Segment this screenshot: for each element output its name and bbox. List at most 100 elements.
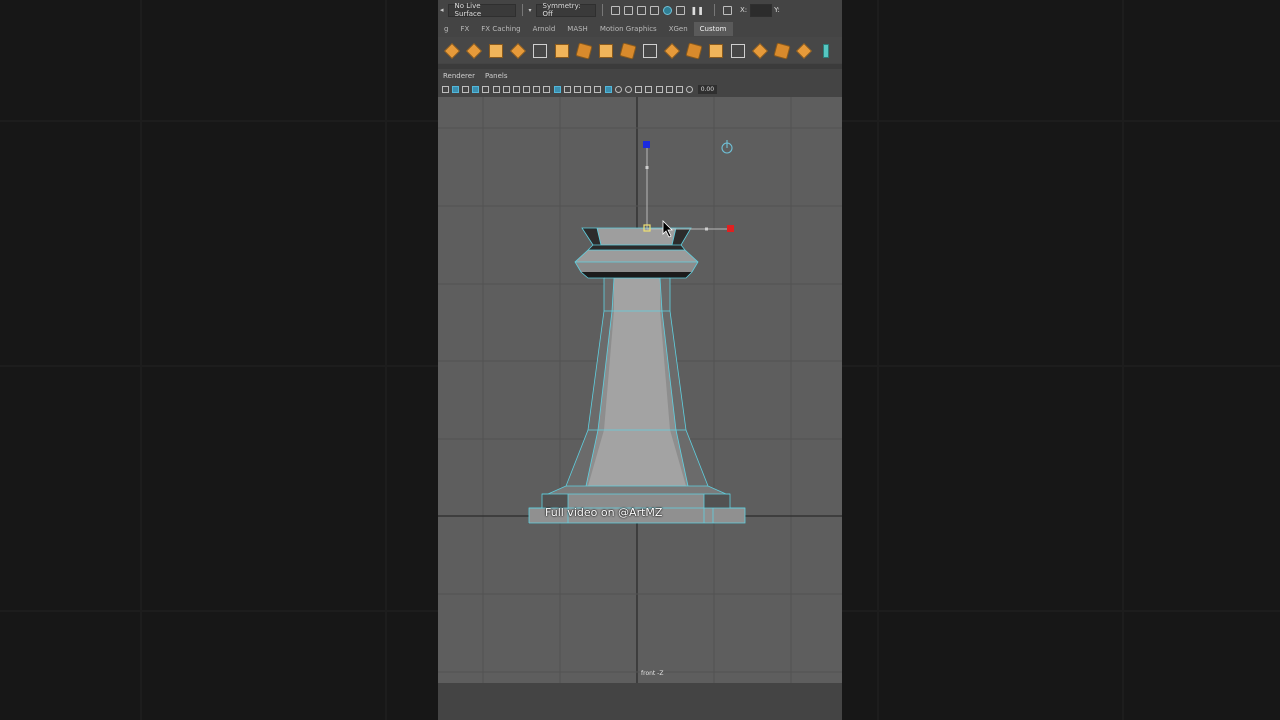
bevel-icon[interactable] [596,41,614,59]
menu-renderer[interactable]: Renderer [443,72,475,80]
y-field-label: Y: [774,6,780,14]
menu-panels[interactable]: Panels [485,72,508,80]
exposure-icon[interactable] [686,85,694,93]
safe-action-icon[interactable] [523,85,531,93]
shelf-separator [438,64,842,69]
tab-custom[interactable]: Custom [693,22,733,36]
wireframe-icon[interactable] [543,85,551,93]
vertex-icon [643,44,657,58]
motion-blur-icon[interactable] [624,85,632,93]
tab-g[interactable]: g [438,22,454,36]
shelf-cube-icon[interactable] [442,41,460,59]
ipr-render-icon[interactable] [636,5,646,15]
gate-mask-icon[interactable] [502,85,510,93]
merge-icon[interactable] [662,41,680,59]
stack-icon [510,43,526,59]
move-manipulator[interactable] [643,140,734,238]
fill-hole-icon[interactable] [684,41,703,60]
bridge-icon[interactable] [618,41,637,60]
shadows-icon[interactable] [594,85,602,93]
exposure-value[interactable]: 0.00 [697,84,718,94]
arrow-icon[interactable]: ◂ [440,6,444,14]
cube-icon [555,44,569,58]
viewport-front[interactable]: Full video on @ArtMZ front -Z [438,97,842,683]
tab-xgen[interactable]: XGen [663,22,694,36]
rook-neck-shadow[interactable] [588,245,685,250]
divider [521,4,523,16]
textured-icon[interactable] [574,85,582,93]
shelf-cube-icon [444,43,460,59]
separate-icon[interactable] [772,41,791,60]
target-weld-icon[interactable] [750,41,768,59]
x-field-label: X: [739,6,748,14]
viewport-canvas[interactable] [438,97,842,683]
grid-icon[interactable] [472,85,480,93]
target-weld-icon [752,43,768,59]
multi-cut-icon[interactable] [728,41,746,59]
resolution-gate-icon[interactable] [492,85,500,93]
xray-icon[interactable] [604,85,612,93]
tab-motion-graphics[interactable]: Motion Graphics [594,22,663,36]
camera-label: front -Z [641,670,664,677]
cube-icon[interactable] [552,41,570,59]
rook-collar-shadow[interactable] [581,272,692,278]
select-camera-icon[interactable] [441,85,449,93]
tab-fx-caching[interactable]: FX Caching [475,22,526,36]
panel-toolbar: 0.00 [438,82,842,96]
hypershade-icon[interactable] [662,5,672,15]
tab-mash[interactable]: MASH [561,22,594,36]
wireframe-on-shaded-icon[interactable] [563,85,571,93]
bottom-bar [438,683,842,720]
live-surface-label: No Live Surface [454,2,482,18]
tab-arnold[interactable]: Arnold [527,22,562,36]
mirror-icon [823,44,829,58]
rook-model[interactable] [529,228,745,523]
safe-title-icon[interactable] [533,85,541,93]
shelf [438,37,842,63]
render-settings-icon[interactable] [649,5,659,15]
film-gate-icon[interactable] [482,85,490,93]
vertex-icon[interactable] [640,41,658,59]
isolate-select-icon[interactable] [655,85,663,93]
live-surface-field[interactable]: No Live Surface [447,2,516,18]
mirror-icon[interactable] [816,41,834,59]
rook-neck[interactable] [575,250,698,262]
rook-collar[interactable] [575,262,698,272]
bounding-box-icon[interactable] [530,41,548,59]
anti-aliasing-icon[interactable] [635,85,643,93]
plane-icon[interactable] [464,41,482,59]
ambient-occlusion-icon[interactable] [614,85,622,93]
merge-icon [664,43,680,59]
camera-attributes-icon[interactable] [451,85,459,93]
rook-foot-bevel[interactable] [548,486,726,494]
bookmark-icon[interactable] [461,85,469,93]
combine-icon[interactable] [706,41,724,59]
render-view-icon[interactable] [675,5,685,15]
slide-edge-icon [796,43,812,59]
depth-of-field-icon[interactable] [645,85,653,93]
xray-active-icon[interactable] [675,85,683,93]
bridge-icon [619,42,637,60]
render-icon[interactable] [610,5,620,15]
xray-joints-icon[interactable] [665,85,673,93]
combine-icon [709,44,723,58]
pause-icon[interactable]: ❚❚ [691,6,704,15]
extrude-icon[interactable] [574,41,593,60]
layout-icon[interactable] [722,5,732,15]
dropdown-icon[interactable]: ▾ [529,7,532,14]
manipulator-y-tick [645,166,649,169]
symmetry-field[interactable]: Symmetry: Off [535,2,596,18]
lighting-icon[interactable] [584,85,592,93]
box-icon[interactable] [486,41,504,59]
manipulator-x-handle[interactable] [727,225,734,232]
render-sequence-icon[interactable] [623,5,633,15]
smooth-shade-icon[interactable] [553,85,561,93]
rook-base-dark-right[interactable] [704,494,730,508]
multi-cut-icon [731,44,745,58]
field-chart-icon[interactable] [512,85,520,93]
stack-icon[interactable] [508,41,526,59]
x-input[interactable] [750,3,773,17]
tab-fx[interactable]: FX [454,22,475,36]
slide-edge-icon[interactable] [794,41,812,59]
manipulator-y-handle[interactable] [643,141,650,148]
